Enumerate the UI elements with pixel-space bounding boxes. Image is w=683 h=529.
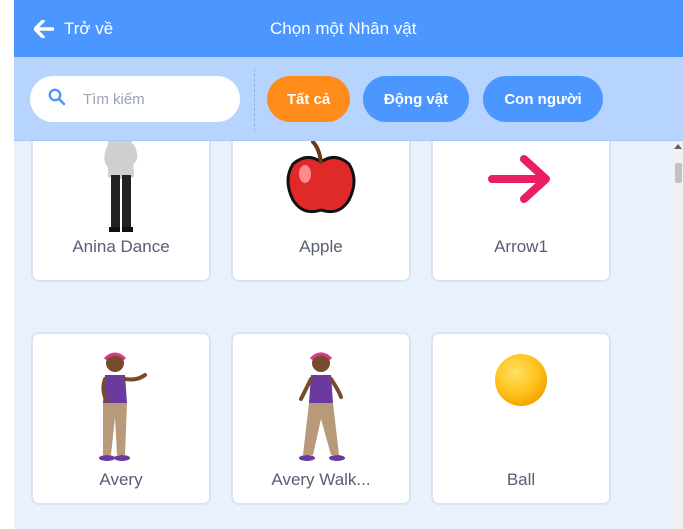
sprite-name: Avery <box>99 470 143 489</box>
avery-walking-thumbnail <box>233 348 409 468</box>
filter-chip-people[interactable]: Con người <box>483 76 603 122</box>
sprite-tile-avery-walking[interactable]: Avery Walk... <box>231 332 411 505</box>
sprite-tile-apple[interactable]: Apple <box>231 141 411 282</box>
sprite-tile-arrow1[interactable]: Arrow1 <box>431 141 611 282</box>
scrollbar[interactable] <box>674 141 683 529</box>
header-bar: Trở về Chọn một Nhân vật <box>14 0 683 57</box>
sprite-name: Arrow1 <box>494 237 548 256</box>
sprite-grid: Anina Dance Apple Arrow1 Avery Avery Wal… <box>14 141 674 529</box>
sprite-name: Anina Dance <box>72 237 170 256</box>
anina-dance-thumbnail <box>33 141 209 239</box>
back-label: Trở về <box>64 19 114 38</box>
sprite-name: Apple <box>299 237 343 256</box>
filter-chip-animals[interactable]: Động vật <box>363 76 469 122</box>
filter-chip-all[interactable]: Tất cả <box>267 76 350 122</box>
scroll-thumb[interactable] <box>675 163 682 183</box>
sprite-library: Trở về Chọn một Nhân vật Tất cả Động vật… <box>14 0 683 529</box>
divider <box>254 69 255 131</box>
filter-bar: Tất cả Động vật Con người <box>14 57 683 141</box>
page-title: Chọn một Nhân vật <box>270 19 417 38</box>
search-input[interactable] <box>83 90 213 108</box>
back-button[interactable]: Trở về <box>34 17 113 41</box>
sprite-tile-anina-dance[interactable]: Anina Dance <box>31 141 211 282</box>
sprite-name: Avery Walk... <box>271 470 371 489</box>
sprite-tile-ball[interactable]: Ball <box>431 332 611 505</box>
sprite-tile-avery[interactable]: Avery <box>31 332 211 505</box>
apple-thumbnail <box>233 141 409 239</box>
search-icon <box>30 88 66 111</box>
avery-thumbnail <box>33 348 209 468</box>
scroll-up-arrow-icon[interactable] <box>674 144 682 149</box>
arrow-left-icon <box>34 20 54 38</box>
arrow-icon <box>433 141 609 239</box>
search-box[interactable] <box>30 76 240 122</box>
sprite-name: Ball <box>506 470 536 489</box>
ball-thumbnail <box>433 348 609 468</box>
